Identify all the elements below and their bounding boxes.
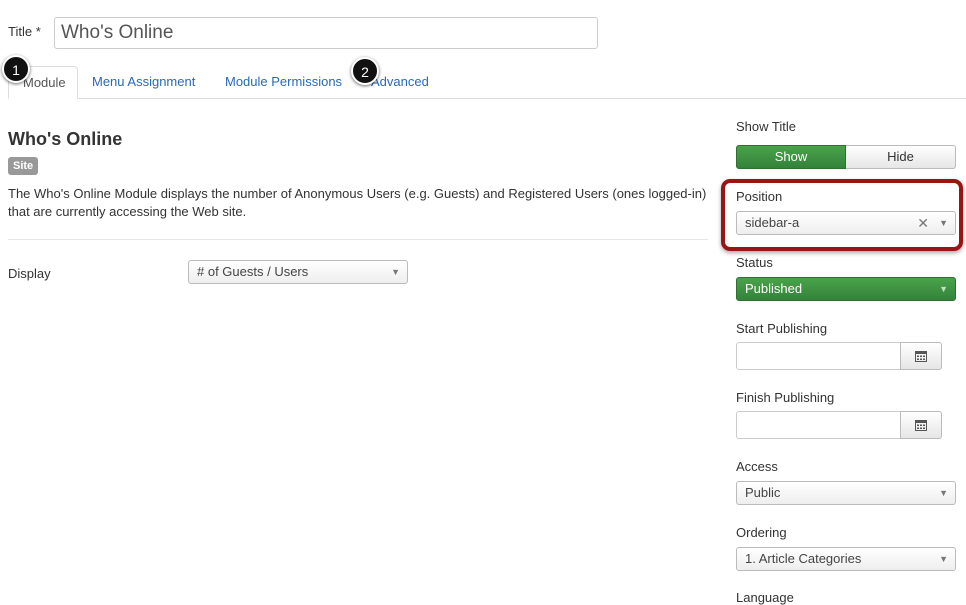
- module-description: The Who's Online Module displays the num…: [8, 186, 707, 219]
- show-title-label: Show Title: [736, 119, 796, 134]
- chevron-down-icon: ▼: [391, 267, 400, 277]
- start-publishing-label: Start Publishing: [736, 321, 828, 336]
- ordering-select[interactable]: 1. Article Categories ▼: [736, 547, 956, 571]
- title-label: Title *: [8, 24, 41, 39]
- display-select[interactable]: # of Guests / Users ▼: [188, 260, 408, 284]
- access-select-value: Public: [745, 485, 781, 500]
- position-highlight-box: [721, 179, 963, 251]
- display-select-value: # of Guests / Users: [197, 264, 309, 279]
- tab-menu-assignment[interactable]: Menu Assignment: [78, 66, 209, 98]
- module-heading: Who's Online: [8, 129, 123, 149]
- status-select-value: Published: [745, 281, 803, 296]
- display-label: Display: [8, 266, 51, 281]
- site-badge: Site: [8, 157, 39, 175]
- status-select[interactable]: Published ▼: [736, 277, 956, 301]
- hide-button[interactable]: Hide: [846, 145, 956, 169]
- show-button[interactable]: Show: [736, 145, 846, 169]
- start-publishing-calendar-button[interactable]: [900, 342, 942, 370]
- ordering-label: Ordering: [736, 525, 787, 540]
- chevron-down-icon: ▼: [939, 284, 948, 294]
- tabs-divider: [8, 98, 966, 99]
- chevron-down-icon: ▼: [939, 488, 948, 498]
- title-input[interactable]: [54, 17, 598, 49]
- step-marker-1: 1: [2, 55, 30, 83]
- calendar-icon: [915, 351, 927, 362]
- status-label: Status: [736, 255, 773, 270]
- finish-publishing-calendar-button[interactable]: [900, 411, 942, 439]
- finish-publishing-input[interactable]: [736, 411, 901, 439]
- finish-publishing-label: Finish Publishing: [736, 390, 835, 405]
- start-publishing-input[interactable]: [736, 342, 901, 370]
- access-label: Access: [736, 459, 778, 474]
- step-marker-2: 2: [351, 57, 379, 85]
- ordering-select-value: 1. Article Categories: [745, 551, 862, 566]
- content-divider: [8, 239, 708, 240]
- chevron-down-icon: ▼: [939, 554, 948, 564]
- access-select[interactable]: Public ▼: [736, 481, 956, 505]
- calendar-icon: [915, 420, 927, 431]
- tab-module-permissions[interactable]: Module Permissions: [211, 66, 356, 98]
